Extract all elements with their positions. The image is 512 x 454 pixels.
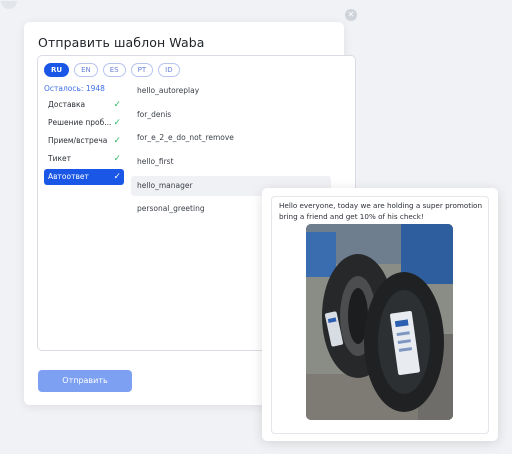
category-label: Автоответ — [48, 172, 89, 181]
category-list: Доставка ✓ Решение проб... ✓ Прием/встре… — [44, 97, 124, 187]
category-item-meeting[interactable]: Прием/встреча ✓ — [44, 133, 124, 149]
lang-tab-id[interactable]: ID — [158, 63, 180, 77]
template-preview-popover: Hello everyone, today we are holding a s… — [262, 188, 498, 441]
lang-tab-ru[interactable]: RU — [44, 63, 70, 77]
language-tabs: RU EN ES PT ID — [44, 63, 180, 77]
check-icon: ✓ — [113, 172, 121, 182]
close-icon[interactable]: ✕ — [345, 9, 357, 21]
category-label: Доставка — [48, 100, 86, 109]
corner-decoration-icon — [1, 1, 17, 9]
lang-tab-en[interactable]: EN — [74, 63, 98, 77]
tires-photo — [306, 224, 453, 420]
template-item[interactable]: for_denis — [131, 105, 331, 125]
category-label: Тикет — [48, 154, 71, 163]
category-item-delivery[interactable]: Доставка ✓ — [44, 97, 124, 113]
template-item[interactable]: hello_autoreplay — [131, 81, 331, 101]
lang-tab-pt[interactable]: PT — [130, 63, 154, 77]
check-icon: ✓ — [113, 118, 121, 128]
remaining-count: Осталось: 1948 — [44, 84, 105, 93]
category-item-autoreply[interactable]: Автоответ ✓ — [44, 169, 124, 185]
check-icon: ✓ — [113, 100, 121, 110]
check-icon: ✓ — [113, 136, 121, 146]
preview-card: Hello everyone, today we are holding a s… — [271, 196, 489, 434]
template-item[interactable]: hello_first — [131, 152, 331, 172]
lang-tab-es[interactable]: ES — [102, 63, 126, 77]
category-label: Решение проб... — [48, 118, 112, 127]
category-item-ticket[interactable]: Тикет ✓ — [44, 151, 124, 167]
preview-message: Hello everyone, today we are holding a s… — [279, 201, 483, 221]
modal-title: Отправить шаблон Waba — [38, 35, 205, 50]
template-item[interactable]: for_e_2_e_do_not_remove — [131, 128, 331, 148]
send-button[interactable]: Отправить — [38, 370, 132, 392]
category-item-problem-solving[interactable]: Решение проб... ✓ — [44, 115, 124, 131]
category-label: Прием/встреча — [48, 136, 108, 145]
check-icon: ✓ — [113, 154, 121, 164]
